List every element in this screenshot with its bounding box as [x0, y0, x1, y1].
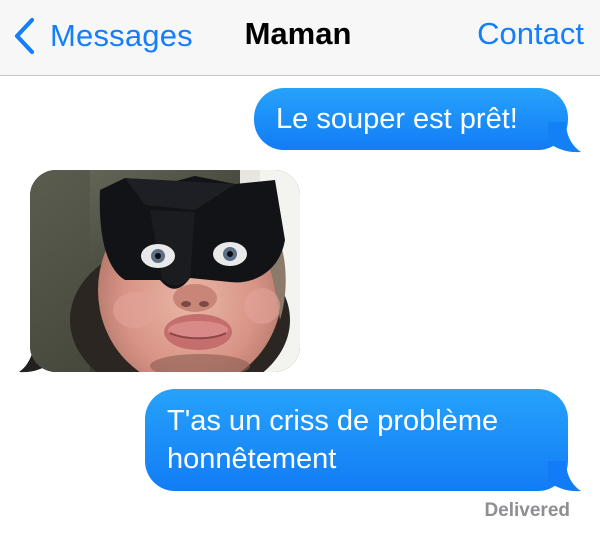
photo-person-wearing-black-mask	[30, 170, 300, 372]
outgoing-message-bubble[interactable]: Le souper est prêt!	[254, 88, 568, 150]
back-button[interactable]: Messages	[12, 14, 193, 58]
delivery-status: Delivered	[484, 500, 570, 521]
chevron-left-icon	[14, 17, 35, 55]
conversation-title: Maman	[244, 16, 352, 51]
message-text-line: T'as un criss de problème	[167, 405, 499, 437]
messages-screen: Messages Maman Contact Le souper est prê…	[0, 0, 600, 533]
navigation-bar: Messages Maman Contact	[0, 0, 600, 76]
bubble-tail	[548, 122, 581, 153]
contact-button[interactable]: Contact	[477, 16, 584, 52]
message-text: Le souper est prêt!	[276, 103, 518, 135]
incoming-image-message[interactable]	[30, 170, 300, 372]
bubble-tail	[548, 461, 581, 492]
message-text-line: honnêtement	[167, 443, 337, 475]
back-label: Messages	[50, 18, 193, 53]
outgoing-message-bubble[interactable]: T'as un criss de problème honnêtement	[145, 389, 568, 491]
